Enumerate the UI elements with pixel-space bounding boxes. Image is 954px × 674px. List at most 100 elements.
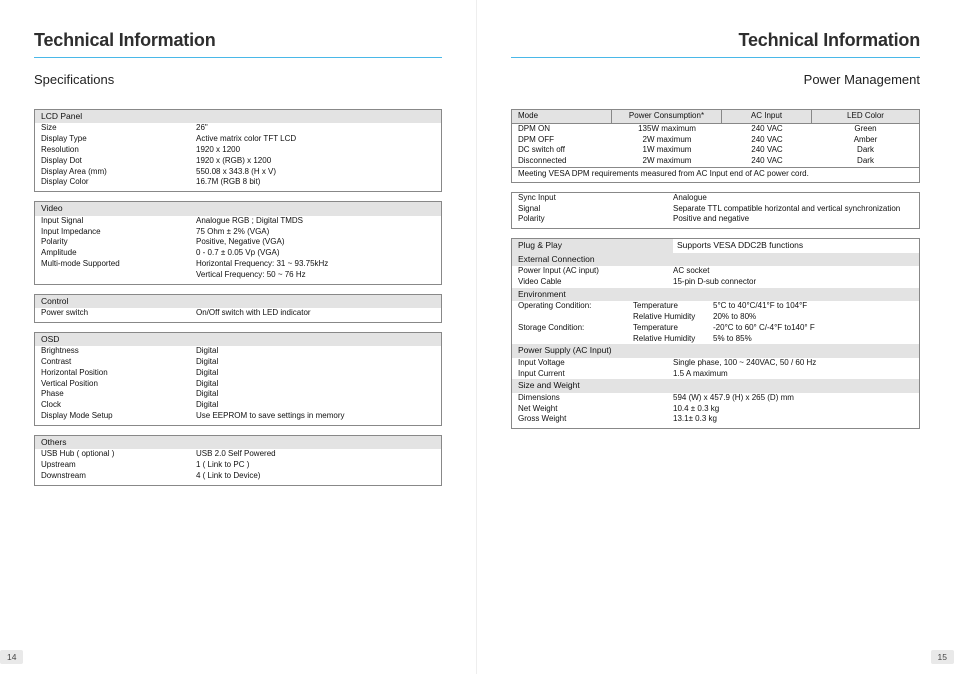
cell-value: Dark <box>812 156 919 167</box>
cell-value: 13.1± 0.3 kg <box>673 414 913 425</box>
pm-col-power: Power Consumption* <box>612 110 722 124</box>
title-rule <box>511 57 920 58</box>
cell-value: 2W maximum <box>612 156 722 167</box>
page-right: Technical Information Power Management M… <box>477 0 954 674</box>
page-left: Technical Information Specifications LCD… <box>0 0 477 674</box>
cell-label: Amplitude <box>41 248 196 259</box>
cell-value: DPM OFF <box>512 135 612 146</box>
page-title-left: Technical Information <box>34 30 442 51</box>
cell-label: Display Mode Setup <box>41 411 196 422</box>
cell-label: Display Area (mm) <box>41 167 196 178</box>
environment-head: Environment <box>512 288 919 301</box>
cell-label: Phase <box>41 389 196 400</box>
cell-label: Sync Input <box>518 193 673 204</box>
cell-label: Input Impedance <box>41 227 196 238</box>
cell-value: 1920 x 1200 <box>196 145 435 156</box>
cell-value: AC socket <box>673 266 913 277</box>
misc-table: Plug & PlaySupports VESA DDC2B functions… <box>511 238 920 429</box>
cell-label: Display Color <box>41 177 196 188</box>
cell-label: Input Current <box>518 369 673 380</box>
cell-label: Power switch <box>41 308 196 319</box>
spec-tables: LCD Panel Size26" Display TypeActive mat… <box>34 109 442 495</box>
cell-value: 550.08 x 343.8 (H x V) <box>196 167 435 178</box>
cell-label: Horizontal Position <box>41 368 196 379</box>
cell-label: Power Input (AC input) <box>518 266 673 277</box>
cell-label: Signal <box>518 204 673 215</box>
cell-label: USB Hub ( optional ) <box>41 449 196 460</box>
cell-value: USB 2.0 Self Powered <box>196 449 435 460</box>
cell-value: Positive and negative <box>673 214 913 225</box>
cell-value: Analogue <box>673 193 913 204</box>
cell-value: Disconnected <box>512 156 612 167</box>
cell-label: Polarity <box>41 237 196 248</box>
cell-value: 240 VAC <box>722 124 812 135</box>
cell-value: 1 ( Link to PC ) <box>196 460 435 471</box>
pm-footnote: Meeting VESA DPM requirements measured f… <box>512 167 919 181</box>
cell-label: Video Cable <box>518 277 673 288</box>
cell-value: 240 VAC <box>722 156 812 167</box>
page-number-right: 15 <box>931 650 954 664</box>
cell-value: DPM ON <box>512 124 612 135</box>
sync-table: Sync InputAnalogue SignalSeparate TTL co… <box>511 192 920 229</box>
cell-value: 135W maximum <box>612 124 722 135</box>
cell-label: Net Weight <box>518 404 673 415</box>
cell-value: Digital <box>196 389 435 400</box>
cell-value: Use EEPROM to save settings in memory <box>196 411 435 422</box>
cell-label <box>518 312 633 323</box>
cell-value: 15-pin D-sub connector <box>673 277 913 288</box>
cell-value: Active matrix color TFT LCD <box>196 134 435 145</box>
cell-value: DC switch off <box>512 145 612 156</box>
cell-value: Digital <box>196 400 435 411</box>
power-mode-table: Mode Power Consumption* AC Input LED Col… <box>511 109 920 183</box>
title-rule <box>34 57 442 58</box>
cell-value: 26" <box>196 123 435 134</box>
cell-value: -20°C to 60° C/-4°F to140° F <box>713 323 913 334</box>
pm-col-ac: AC Input <box>722 110 812 124</box>
cell-sub: Relative Humidity <box>633 312 713 323</box>
cell-value: 2W maximum <box>612 135 722 146</box>
cell-label: Polarity <box>518 214 673 225</box>
section-heading-power: Power Management <box>511 72 920 87</box>
pm-col-led: LED Color <box>812 110 919 124</box>
cell-label: Gross Weight <box>518 414 673 425</box>
cell-value: 10.4 ± 0.3 kg <box>673 404 913 415</box>
cell-label: Contrast <box>41 357 196 368</box>
cell-label <box>518 334 633 345</box>
lcd-panel-table: LCD Panel Size26" Display TypeActive mat… <box>34 109 442 192</box>
cell-label: Brightness <box>41 346 196 357</box>
cell-label: Upstream <box>41 460 196 471</box>
cell-value: Dark <box>812 145 919 156</box>
lcd-panel-head: LCD Panel <box>35 110 441 123</box>
cell-value: Digital <box>196 346 435 357</box>
plugplay-value: Supports VESA DDC2B functions <box>673 239 919 252</box>
cell-value: Single phase, 100 ~ 240VAC, 50 / 60 Hz <box>673 358 913 369</box>
cell-label: Dimensions <box>518 393 673 404</box>
cell-label: Display Dot <box>41 156 196 167</box>
cell-label: Operating Condition: <box>518 301 633 312</box>
others-table: Others USB Hub ( optional )USB 2.0 Self … <box>34 435 442 486</box>
power-tables: Mode Power Consumption* AC Input LED Col… <box>511 109 920 438</box>
cell-label: Vertical Position <box>41 379 196 390</box>
video-table: Video Input SignalAnalogue RGB ; Digital… <box>34 201 442 284</box>
cell-value: Positive, Negative (VGA) <box>196 237 435 248</box>
cell-label: Display Type <box>41 134 196 145</box>
cell-value: Digital <box>196 379 435 390</box>
two-page-spread: Technical Information Specifications LCD… <box>0 0 954 674</box>
cell-value: 594 (W) x 457.9 (H) x 265 (D) mm <box>673 393 913 404</box>
cell-value: 5% to 85% <box>713 334 913 345</box>
cell-sub: Temperature <box>633 301 713 312</box>
power-supply-head: Power Supply (AC Input) <box>512 344 919 357</box>
cell-value: 20% to 80% <box>713 312 913 323</box>
cell-value: Amber <box>812 135 919 146</box>
cell-label: Input Voltage <box>518 358 673 369</box>
control-head: Control <box>35 295 441 308</box>
cell-value: Digital <box>196 357 435 368</box>
control-table: Control Power switchOn/Off switch with L… <box>34 294 442 323</box>
cell-value: 4 ( Link to Device) <box>196 471 435 482</box>
video-head: Video <box>35 202 441 215</box>
size-weight-head: Size and Weight <box>512 379 919 392</box>
plugplay-head: Plug & Play <box>518 240 673 251</box>
cell-label: Clock <box>41 400 196 411</box>
osd-head: OSD <box>35 333 441 346</box>
cell-value: 240 VAC <box>722 145 812 156</box>
